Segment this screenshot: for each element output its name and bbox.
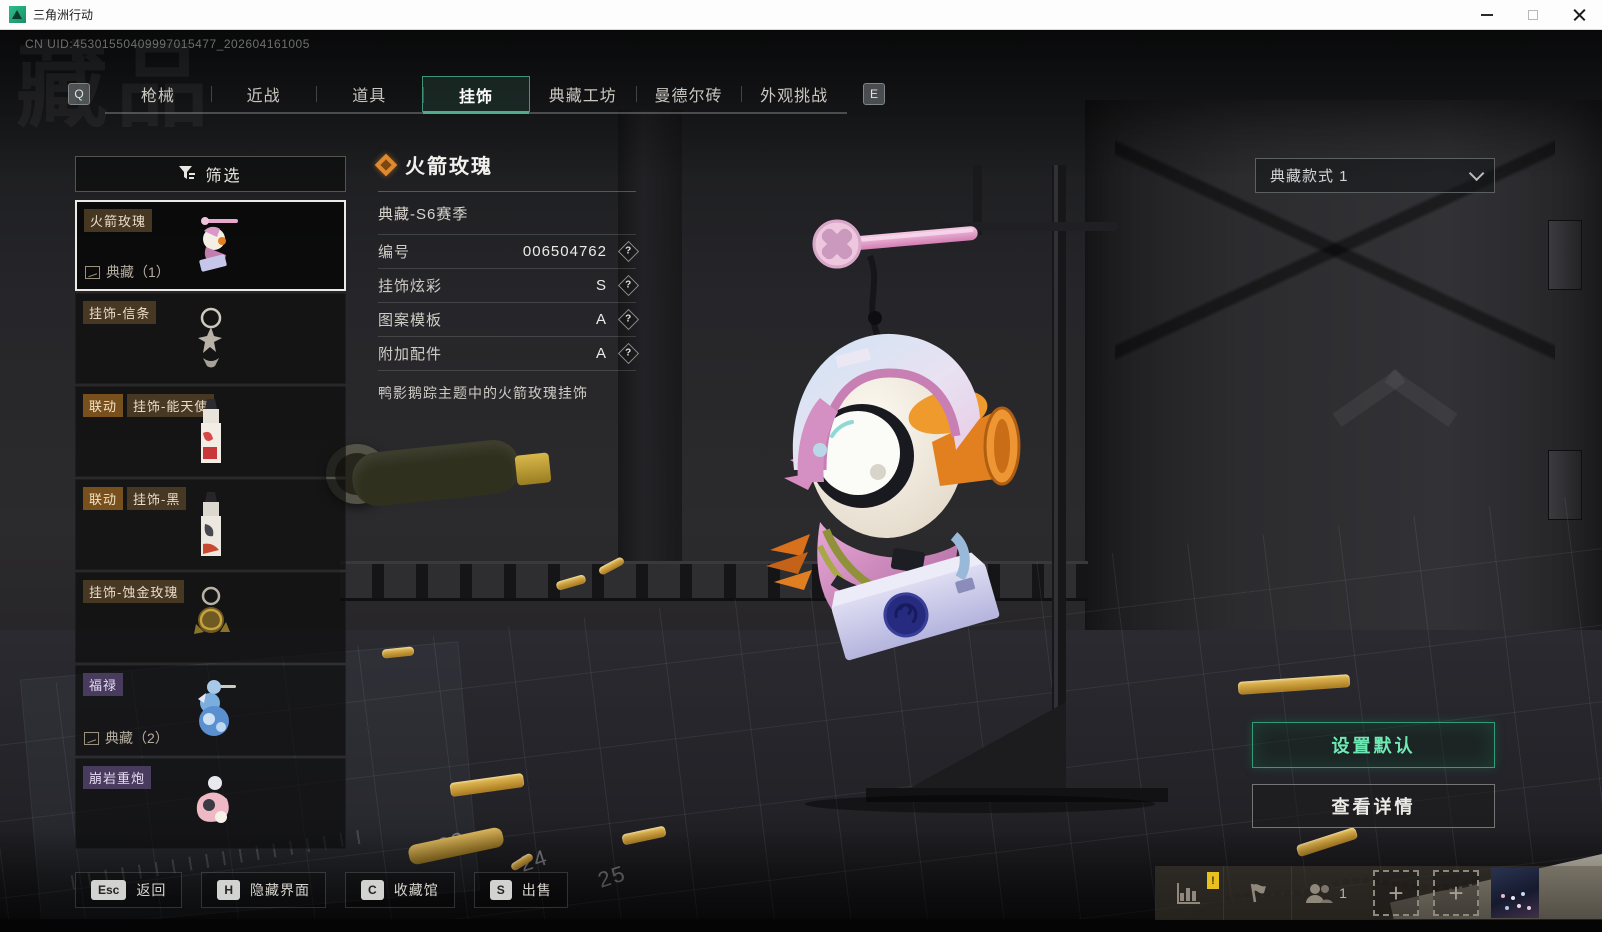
item-thumbnail	[196, 775, 229, 823]
charm-list: 火箭玫瑰 典藏（1） 挂饰-信条 联动 挂饰-能天使 联动 挂饰-黑 挂饰-蚀金…	[75, 200, 346, 849]
next-tab-keycap[interactable]: E	[863, 83, 885, 105]
filter-label: 筛选	[205, 168, 242, 185]
set-default-button[interactable]: 设置默认	[1252, 722, 1495, 768]
hotkey-sell[interactable]: S 出售	[473, 872, 568, 908]
item-name-badge: 挂饰-信条	[83, 301, 157, 324]
item-thumbnail	[193, 586, 230, 634]
list-item-gundam-angel-charm[interactable]: 联动 挂饰-能天使	[75, 386, 346, 477]
item-name-badge: 火箭玫瑰	[84, 209, 153, 232]
item-name-badge: 崩岩重炮	[83, 766, 152, 789]
collection-style-dropdown[interactable]: 典藏款式 1	[1255, 158, 1495, 193]
crate-arrow-mark	[1330, 360, 1460, 450]
prev-tab-keycap[interactable]: Q	[68, 83, 90, 105]
list-item-rocket-rose[interactable]: 火箭玫瑰 典藏（1）	[75, 200, 346, 291]
hotkey-bar: Esc 返回 H 隐藏界面 C 收藏馆 S 出售	[75, 872, 568, 908]
item-thumbnail	[200, 398, 221, 463]
stats-button[interactable]: !	[1155, 866, 1223, 920]
linkage-badge: 联动	[83, 487, 124, 510]
charm-detail-panel: 火箭玫瑰 典藏-S6赛季 编号 006504762 ? 挂饰炫彩 S ? 图案模…	[374, 150, 640, 403]
c-keycap: C	[361, 880, 384, 900]
app-logo-icon	[9, 6, 26, 23]
list-item-creed-charm[interactable]: 挂饰-信条	[75, 293, 346, 384]
chevron-down-icon	[1468, 165, 1485, 182]
crate-hinge	[1548, 220, 1582, 290]
collection-count: 典藏（1）	[106, 264, 170, 280]
collection-count: 典藏（2）	[105, 730, 169, 746]
detail-row-accessory: 附加配件 A ?	[378, 336, 640, 370]
close-button[interactable]	[1556, 0, 1602, 29]
help-icon[interactable]: ?	[617, 240, 640, 263]
team-icon	[1306, 884, 1334, 903]
item-name-badge: 挂饰-黑	[127, 487, 187, 510]
close-icon	[1573, 8, 1586, 21]
bottom-status-bar: ! 1 + +	[1155, 866, 1602, 920]
detail-row-colorway: 挂饰炫彩 S ?	[378, 268, 640, 302]
view-details-button[interactable]: 查看详情	[1252, 784, 1495, 828]
charm-list-sidebar: 筛选 火箭玫瑰 典藏（1） 挂饰-信条 联动 挂饰-能天使 联动 挂饰-黑 挂饰…	[75, 156, 346, 851]
help-icon[interactable]: ?	[617, 308, 640, 331]
window-title: 三角洲行动	[33, 8, 94, 22]
tab-guns[interactable]: 枪械	[105, 76, 211, 112]
season-label: 典藏-S6赛季	[378, 206, 469, 223]
alert-badge: !	[1207, 872, 1219, 889]
h-keycap: H	[217, 880, 241, 900]
hotkey-hide-ui[interactable]: H 隐藏界面	[201, 872, 327, 908]
item-name-badge: 福禄	[83, 673, 124, 696]
report-button[interactable]	[1223, 866, 1291, 920]
item-thumbnail	[197, 679, 236, 736]
filter-funnel-icon	[179, 166, 196, 179]
rarity-diamond-icon	[374, 153, 398, 176]
team-count: 1	[1339, 885, 1347, 901]
charm-display-stand	[766, 165, 1168, 813]
charm-description: 鸭影鹅踪主题中的火箭玫瑰挂饰	[378, 370, 636, 403]
list-item-rockburst-cannon[interactable]: 崩岩重炮	[75, 758, 346, 849]
collection-frame-icon	[85, 265, 100, 279]
account-uid: CN UID:45301550409997015477_202604161005	[25, 37, 310, 51]
item-thumbnail	[200, 491, 221, 556]
tab-charms[interactable]: 挂饰	[422, 76, 530, 114]
maximize-button[interactable]	[1510, 0, 1556, 29]
collection-frame-icon	[84, 731, 99, 745]
list-item-etched-gold-rose-charm[interactable]: 挂饰-蚀金玫瑰	[75, 572, 346, 663]
item-name-badge: 挂饰-蚀金玫瑰	[83, 580, 185, 603]
linkage-badge: 联动	[83, 394, 124, 417]
detail-row-serial: 编号 006504762 ?	[378, 234, 640, 268]
list-item-fulu-charm[interactable]: 福禄 典藏（2）	[75, 665, 346, 756]
s-keycap: S	[489, 880, 512, 900]
charm-title: 火箭玫瑰	[405, 156, 493, 178]
team-button[interactable]: 1	[1291, 866, 1359, 920]
item-thumbnail	[197, 307, 222, 367]
gas-canister	[349, 437, 523, 509]
item-thumbnail	[198, 216, 238, 272]
add-slot-button[interactable]: +	[1433, 870, 1479, 916]
hotkey-collection-hall[interactable]: C 收藏馆	[345, 872, 455, 908]
filter-button[interactable]: 筛选	[75, 156, 346, 192]
help-icon[interactable]: ?	[617, 342, 640, 365]
hotkey-back[interactable]: Esc 返回	[75, 872, 183, 908]
category-tabbar: Q 枪械 近战 道具 挂饰 典藏工坊 曼德尔砖 外观挑战 E	[0, 76, 1602, 116]
tab-collection-workshop[interactable]: 典藏工坊	[530, 76, 636, 112]
player-avatar[interactable]	[1491, 868, 1539, 918]
esc-keycap: Esc	[91, 880, 127, 900]
window-titlebar: 三角洲行动	[0, 0, 1602, 30]
detail-row-pattern: 图案模板 A ?	[378, 302, 640, 336]
tab-mandel-brick[interactable]: 曼德尔砖	[635, 76, 742, 112]
list-item-black-charm[interactable]: 联动 挂饰-黑	[75, 479, 346, 570]
minimize-icon	[1481, 13, 1493, 16]
gas-canister-cap	[514, 452, 552, 486]
minimize-button[interactable]	[1464, 0, 1510, 29]
add-slot-button[interactable]: +	[1373, 870, 1419, 916]
bar-chart-icon	[1177, 883, 1200, 904]
tab-melee[interactable]: 近战	[210, 76, 317, 112]
tab-appearance-challenge[interactable]: 外观挑战	[741, 76, 847, 112]
tab-gear[interactable]: 道具	[316, 76, 422, 112]
help-icon[interactable]: ?	[617, 274, 640, 297]
flag-icon	[1250, 883, 1266, 903]
bottom-letterbox	[0, 919, 1602, 932]
maximize-icon	[1528, 9, 1538, 20]
dropdown-value: 典藏款式 1	[1270, 168, 1349, 185]
